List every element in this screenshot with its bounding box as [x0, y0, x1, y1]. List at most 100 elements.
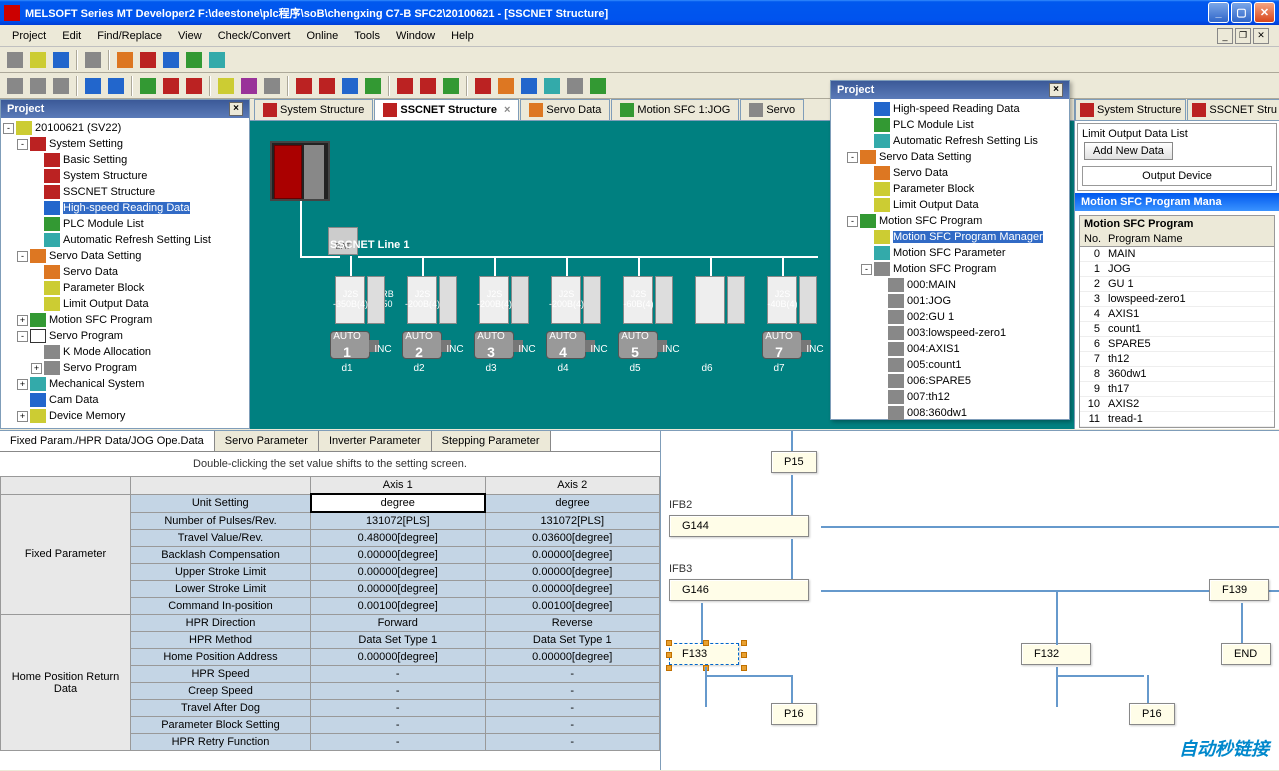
- copy2-button[interactable]: [27, 75, 49, 97]
- panel-close-button[interactable]: ×: [229, 102, 243, 116]
- tree-k-mode[interactable]: K Mode Allocation: [63, 346, 151, 358]
- save-button[interactable]: [50, 49, 72, 71]
- monitor-button-3[interactable]: [518, 75, 540, 97]
- tree-sscnet[interactable]: SSCNET Structure: [63, 186, 155, 198]
- float-tree-item[interactable]: Motion SFC Program Manager: [893, 231, 1043, 243]
- float-tree-item[interactable]: High-speed Reading Data: [893, 103, 1020, 115]
- new-button[interactable]: [4, 49, 26, 71]
- param-tab-stepping[interactable]: Stepping Parameter: [432, 431, 551, 451]
- float-tree-item[interactable]: 005:count1: [907, 359, 961, 371]
- right-tab-sscnet[interactable]: SSCNET Stru: [1187, 99, 1279, 120]
- sfc-diagram[interactable]: P15 IFB2 G144 IFB3 G146 F133 P16 F132 P1…: [660, 430, 1279, 770]
- float-tree[interactable]: High-speed Reading DataPLC Module ListAu…: [831, 99, 1069, 423]
- float-tree-item[interactable]: 003:lowspeed-zero1: [907, 327, 1006, 339]
- paste2-button[interactable]: [50, 75, 72, 97]
- mdi-restore-button[interactable]: ❐: [1235, 28, 1251, 44]
- monitor-button-6[interactable]: [587, 75, 609, 97]
- tree-system-setting[interactable]: System Setting: [49, 138, 123, 150]
- program-row[interactable]: 1JOG: [1080, 262, 1274, 277]
- float-tree-item[interactable]: Motion SFC Parameter: [893, 247, 1005, 259]
- module-button-3[interactable]: [339, 75, 361, 97]
- program-row[interactable]: 7th12: [1080, 352, 1274, 367]
- float-tree-item[interactable]: Motion SFC Program: [893, 263, 996, 275]
- tree-device-mem[interactable]: Device Memory: [49, 410, 125, 422]
- convert-button[interactable]: [160, 75, 182, 97]
- copy-button[interactable]: [114, 49, 136, 71]
- tool-b1[interactable]: [238, 75, 260, 97]
- float-tree-item[interactable]: 001:JOG: [907, 295, 951, 307]
- servo-button-3[interactable]: [440, 75, 462, 97]
- menu-edit[interactable]: Edit: [54, 27, 89, 45]
- tree-param-block[interactable]: Parameter Block: [63, 282, 144, 294]
- tree-motion-sfc[interactable]: Motion SFC Program: [49, 314, 152, 326]
- float-tree-item[interactable]: 008:360dw1: [907, 407, 967, 419]
- float-tree-item[interactable]: Servo Data Setting: [879, 151, 971, 163]
- tree-servo-data[interactable]: Servo Data: [63, 266, 118, 278]
- tree-hispeed[interactable]: High-speed Reading Data: [63, 202, 190, 214]
- float-tree-item[interactable]: Automatic Refresh Setting Lis: [893, 135, 1038, 147]
- program-row[interactable]: 5count1: [1080, 322, 1274, 337]
- tool-button-2[interactable]: [183, 49, 205, 71]
- check-button[interactable]: [137, 75, 159, 97]
- sfc-p16a[interactable]: P16: [771, 703, 817, 725]
- menu-online[interactable]: Online: [298, 27, 346, 45]
- tree-sys-struct[interactable]: System Structure: [63, 170, 147, 182]
- program-row[interactable]: 11tread-1: [1080, 412, 1274, 427]
- tree-basic[interactable]: Basic Setting: [63, 154, 127, 166]
- undo-button[interactable]: [82, 75, 104, 97]
- amplifier-6[interactable]: [695, 276, 725, 324]
- program-row[interactable]: 9th17: [1080, 382, 1274, 397]
- sfc-f133[interactable]: F133: [669, 643, 739, 665]
- module-button-2[interactable]: [316, 75, 338, 97]
- float-tree-item[interactable]: 004:AXIS1: [907, 343, 960, 355]
- tree-cam-data[interactable]: Cam Data: [49, 394, 99, 406]
- float-panel-close[interactable]: ×: [1049, 83, 1063, 97]
- float-tree-item[interactable]: 007:th12: [907, 391, 950, 403]
- tab-motion-sfc[interactable]: Motion SFC 1:JOG: [611, 99, 739, 120]
- project-tree[interactable]: -20100621 (SV22) -System Setting Basic S…: [1, 118, 249, 428]
- monitor-button-4[interactable]: [541, 75, 563, 97]
- right-tab-system[interactable]: System Structure: [1075, 99, 1186, 120]
- paste-button[interactable]: [137, 49, 159, 71]
- float-tree-item[interactable]: 006:SPARE5: [907, 375, 971, 387]
- tab-servo-data[interactable]: Servo Data: [520, 99, 610, 120]
- tree-root[interactable]: 20100621 (SV22): [35, 122, 121, 134]
- param-table[interactable]: Axis 1Axis 2 Fixed ParameterUnit Setting…: [0, 476, 660, 751]
- param-tab-servo[interactable]: Servo Parameter: [215, 431, 319, 451]
- servo-button-2[interactable]: [417, 75, 439, 97]
- float-tree-item[interactable]: Servo Data: [893, 167, 948, 179]
- param-row[interactable]: Fixed ParameterUnit Settingdegreedegree: [1, 494, 660, 512]
- module-button-4[interactable]: [362, 75, 384, 97]
- minimize-button[interactable]: _: [1208, 2, 1229, 23]
- sfc-end[interactable]: END: [1221, 643, 1271, 665]
- close-button[interactable]: ✕: [1254, 2, 1275, 23]
- tree-auto-refresh[interactable]: Automatic Refresh Setting List: [63, 234, 211, 246]
- tree-mech-sys[interactable]: Mechanical System: [49, 378, 144, 390]
- tab-system-structure[interactable]: System Structure: [254, 99, 373, 120]
- tree-button[interactable]: [215, 75, 237, 97]
- param-tab-inverter[interactable]: Inverter Parameter: [319, 431, 432, 451]
- tree-servo-program[interactable]: Servo Program: [49, 330, 123, 342]
- tree-servo-data-setting[interactable]: Servo Data Setting: [49, 250, 141, 262]
- menu-check-convert[interactable]: Check/Convert: [210, 27, 299, 45]
- sfc-p15[interactable]: P15: [771, 451, 817, 473]
- cut-button[interactable]: [4, 75, 26, 97]
- sfc-p16b[interactable]: P16: [1129, 703, 1175, 725]
- monitor-button-1[interactable]: [472, 75, 494, 97]
- program-row[interactable]: 0MAIN: [1080, 247, 1274, 262]
- menu-tools[interactable]: Tools: [346, 27, 388, 45]
- flag-button[interactable]: [183, 75, 205, 97]
- add-new-data-button[interactable]: Add New Data: [1084, 142, 1173, 160]
- menu-find-replace[interactable]: Find/Replace: [89, 27, 170, 45]
- float-tree-item[interactable]: Limit Output Data: [893, 199, 979, 211]
- sfc-f139[interactable]: F139: [1209, 579, 1269, 601]
- maximize-button[interactable]: ▢: [1231, 2, 1252, 23]
- menu-project[interactable]: Project: [4, 27, 54, 45]
- float-tree-item[interactable]: 000:MAIN: [907, 279, 956, 291]
- menu-help[interactable]: Help: [443, 27, 482, 45]
- program-row[interactable]: 2GU 1: [1080, 277, 1274, 292]
- menu-view[interactable]: View: [170, 27, 210, 45]
- redo-button[interactable]: [105, 75, 127, 97]
- menu-window[interactable]: Window: [388, 27, 443, 45]
- tool-button-3[interactable]: [206, 49, 228, 71]
